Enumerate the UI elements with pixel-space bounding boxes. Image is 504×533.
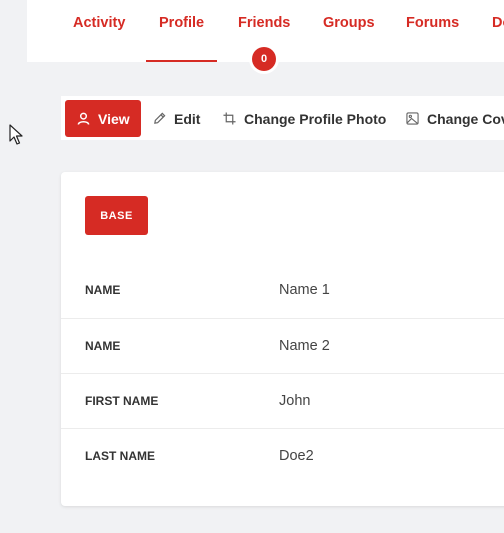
- profile-field-row: LAST NAME Doe2: [61, 428, 504, 484]
- nav-tab-docs[interactable]: Do: [492, 0, 504, 62]
- profile-subnav: View Edit Change Profile Photo Change Co…: [61, 96, 504, 140]
- profile-field-row: FIRST NAME John: [61, 373, 504, 429]
- field-label: NAME: [85, 339, 121, 353]
- field-value: Name 2: [279, 338, 330, 354]
- field-value: John: [279, 393, 311, 409]
- image-icon: [406, 112, 419, 125]
- edit-tab-label: Edit: [174, 110, 201, 127]
- active-tab-indicator: [146, 60, 217, 62]
- view-tab[interactable]: View: [65, 100, 141, 137]
- field-value: Doe2: [279, 448, 314, 464]
- view-tab-label: View: [98, 110, 130, 127]
- change-cover-tab[interactable]: Change Cov: [406, 100, 504, 137]
- nav-tab-forums[interactable]: Forums: [406, 0, 459, 62]
- field-value: Name 1: [279, 282, 330, 298]
- change-profile-photo-tab[interactable]: Change Profile Photo: [223, 100, 386, 137]
- change-cover-label: Change Cov: [427, 110, 504, 127]
- profile-field-row: NAME Name 2: [61, 318, 504, 374]
- change-profile-photo-label: Change Profile Photo: [244, 110, 387, 127]
- edit-tab[interactable]: Edit: [153, 100, 200, 137]
- crop-icon: [223, 112, 236, 125]
- field-label: NAME: [85, 283, 121, 297]
- friends-count-badge: 0: [252, 47, 276, 71]
- profile-field-row: NAME Name 1: [61, 263, 504, 318]
- mouse-pointer-icon: [9, 124, 23, 145]
- pencil-icon: [154, 112, 166, 124]
- nav-tab-profile[interactable]: Profile: [159, 0, 204, 62]
- profile-details-card: BASE NAME Name 1 NAME Name 2 FIRST NAME …: [61, 172, 504, 506]
- user-icon: [77, 112, 90, 125]
- field-label: FIRST NAME: [85, 394, 159, 408]
- nav-tab-activity[interactable]: Activity: [73, 0, 125, 62]
- field-group-badge: BASE: [85, 196, 148, 235]
- field-label: LAST NAME: [85, 449, 155, 463]
- nav-tab-groups[interactable]: Groups: [323, 0, 375, 62]
